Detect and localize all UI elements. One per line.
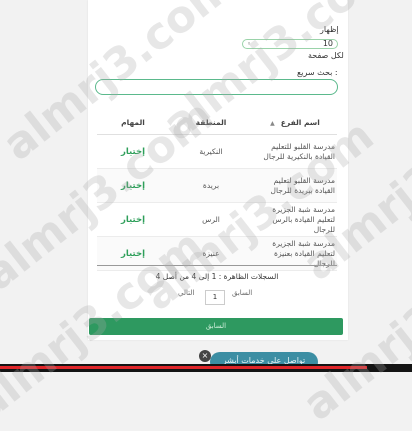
choose-button[interactable]: إختيار bbox=[121, 215, 145, 225]
pager-page-number[interactable]: 1 bbox=[205, 290, 225, 305]
back-button[interactable]: السابق bbox=[89, 318, 343, 335]
show-label: إظهار bbox=[320, 25, 339, 34]
branch-name-cell: مدرسة القلبو للتعليم القيادة بالنكيرية ل… bbox=[253, 134, 337, 169]
search-label: بحث سريع : bbox=[297, 68, 338, 77]
entries-select[interactable]: ◦ 10 bbox=[242, 39, 338, 49]
branch-name-cell: مدرسة القلبو لتعليم القيادة ببريدة للرجا… bbox=[253, 168, 337, 203]
video-progress-bar[interactable] bbox=[0, 366, 367, 369]
chevron-down-icon: ◦ bbox=[247, 40, 252, 48]
search-input[interactable] bbox=[95, 79, 338, 95]
sort-up-icon: ▲ bbox=[270, 119, 275, 127]
header-tasks: المهام bbox=[97, 110, 170, 135]
pager-next-link[interactable]: التالي bbox=[178, 289, 194, 297]
choose-button[interactable]: إختيار bbox=[121, 181, 145, 191]
table-row: مدرسة شبة الجزيرة لتعليم القيادة بالرس ل… bbox=[97, 202, 337, 237]
choose-button[interactable]: إختيار bbox=[121, 147, 145, 157]
table-row: مدرسة القلبو لتعليم القيادة ببريدة للرجا… bbox=[97, 168, 337, 203]
pager-prev-link[interactable]: السابق bbox=[232, 289, 252, 297]
header-region[interactable]: المنطقة bbox=[169, 110, 253, 135]
branch-name-cell: مدرسة شبة الجزيرة لتعليم القيادة بالرس ل… bbox=[253, 202, 337, 237]
choose-button[interactable]: إختيار bbox=[121, 249, 145, 259]
region-cell: الرس bbox=[169, 202, 253, 237]
per-page-label: لكل صفحة bbox=[308, 51, 344, 60]
region-cell: بريدة bbox=[169, 168, 253, 203]
table-header-row: اسم الفرع▲ المنطقة المهام bbox=[97, 110, 337, 135]
records-info: السجلات الظاهرة : 1 إلى 4 من أصل 4 bbox=[155, 272, 279, 281]
header-branch-name[interactable]: اسم الفرع▲ bbox=[253, 110, 337, 135]
close-icon[interactable]: × bbox=[199, 350, 211, 362]
region-cell: النكيرية bbox=[169, 134, 253, 169]
branches-table: اسم الفرع▲ المنطقة المهام مدرسة القلبو ل… bbox=[97, 110, 337, 271]
entries-value: 10 bbox=[322, 39, 333, 48]
table-divider bbox=[97, 265, 337, 266]
table-row: مدرسة القلبو للتعليم القيادة بالنكيرية ل… bbox=[97, 134, 337, 169]
